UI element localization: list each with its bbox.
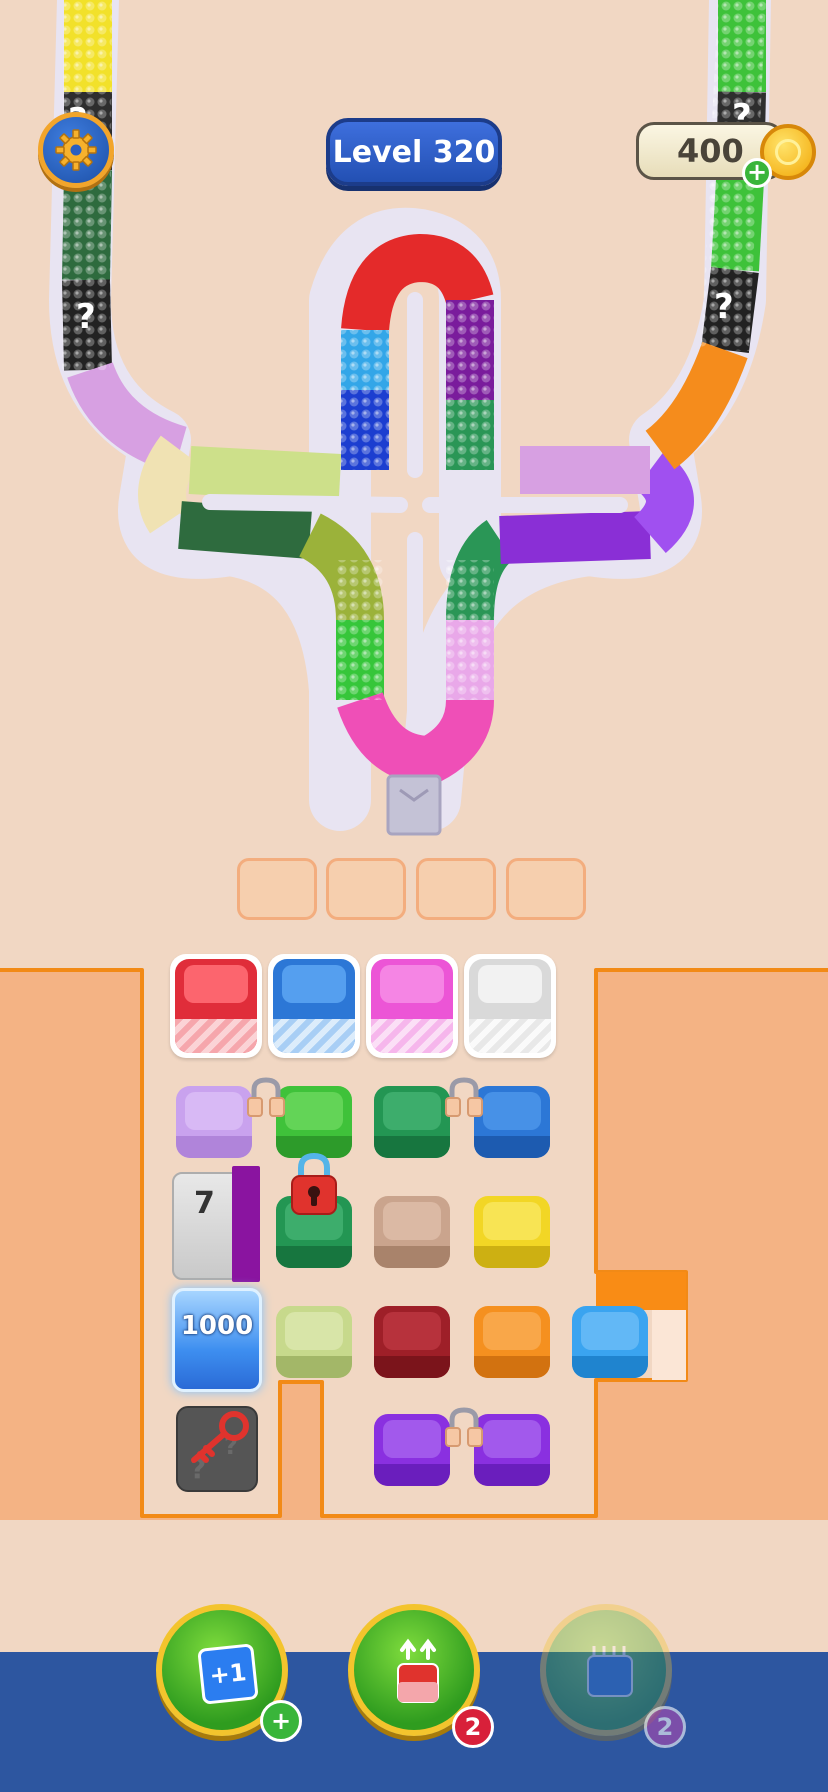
gear-icon — [55, 129, 97, 171]
collect-slot — [326, 858, 406, 920]
tray-lavender[interactable] — [176, 1086, 252, 1158]
collect-slot — [237, 858, 317, 920]
tray-top-white[interactable] — [464, 954, 556, 1058]
link-clip-icon — [445, 1407, 483, 1447]
add-coins-button[interactable]: + — [742, 158, 772, 188]
tray-purple[interactable] — [374, 1414, 450, 1486]
lift-badge: 2 — [452, 1706, 494, 1748]
link-clip-icon — [247, 1077, 285, 1117]
frozen-block: 1000 — [172, 1288, 262, 1392]
shuffle-icon — [587, 1646, 633, 1697]
key-icon: ? ? — [190, 1411, 249, 1485]
collect-slot — [506, 858, 586, 920]
link-clip-icon — [445, 1077, 483, 1117]
lift-tray-icon — [397, 1638, 439, 1703]
mystery-key-block[interactable]: ? ? — [176, 1406, 258, 1492]
tray-dark-green[interactable] — [374, 1086, 450, 1158]
tray-tan[interactable] — [374, 1196, 450, 1268]
tray-maroon[interactable] — [374, 1306, 450, 1378]
coin-amount: 400 — [677, 132, 744, 170]
add-slot-badge: + — [260, 1700, 302, 1742]
tray-top-pink[interactable] — [366, 954, 458, 1058]
collect-slot — [416, 858, 496, 920]
tray-top-blue[interactable] — [268, 954, 360, 1058]
tray-olive[interactable] — [276, 1306, 352, 1378]
tray-yellow[interactable] — [474, 1196, 550, 1268]
svg-text:?: ? — [714, 287, 734, 327]
plus-one-icon: +1 — [197, 1643, 259, 1705]
padlock-icon — [291, 1152, 337, 1215]
svg-text:?: ? — [76, 297, 96, 337]
lock-count: 7 — [194, 1186, 215, 1221]
level-label: Level 320 — [326, 118, 502, 186]
tray-orange[interactable] — [474, 1306, 550, 1378]
tray-light-blue[interactable] — [572, 1306, 648, 1378]
ice-count: 1000 — [180, 1311, 254, 1341]
settings-button[interactable] — [38, 112, 114, 188]
shuffle-badge: 2 — [644, 1706, 686, 1748]
tray-top-red[interactable] — [170, 954, 262, 1058]
locked-color-bar — [232, 1166, 260, 1282]
